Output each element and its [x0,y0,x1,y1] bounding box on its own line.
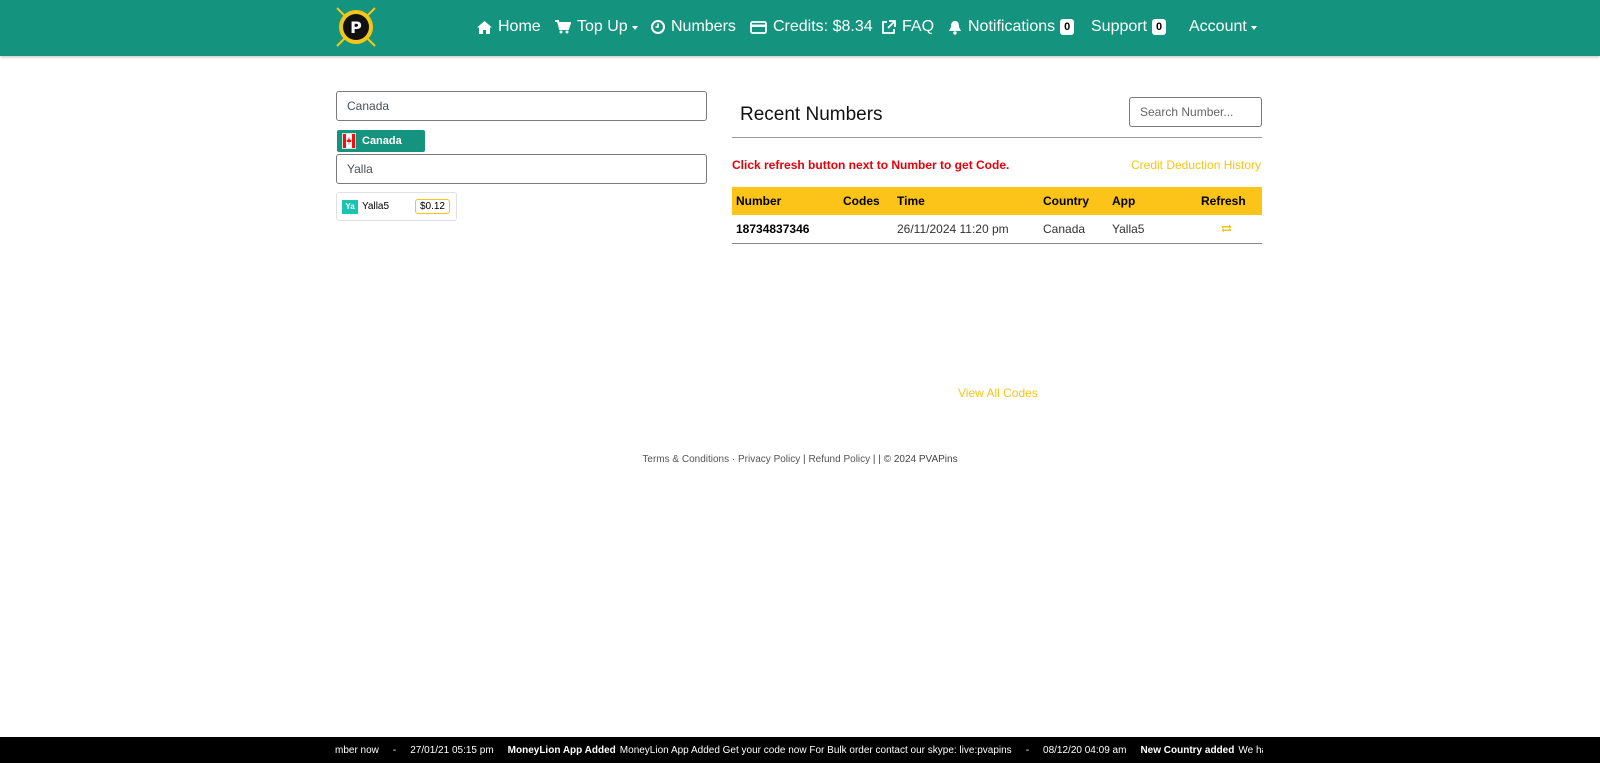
column-header: Number [732,187,839,215]
country-chip-label: Canada [362,135,402,147]
cart-icon [555,20,571,34]
app-card-yalla5[interactable]: Ya Yalla5 $0.12 [336,192,457,221]
nav-credits-label: Credits: $8.34 [773,18,873,35]
ticker-headline: MoneyLion App Added [507,744,616,756]
support-count-badge: 0 [1152,19,1167,35]
ticker-headline: New Country added [1140,744,1235,756]
nav-faq[interactable]: FAQ [881,15,934,39]
ticker-separator: - [392,744,397,756]
ticker-text: MoneyLion App Added Get your code now Fo… [619,744,1012,756]
refresh-cell [1197,215,1262,244]
ticker-date: 08/12/20 04:09 am [1043,744,1127,756]
country-cell: Canada [1039,215,1108,244]
nav-notifications-label: Notifications [968,18,1056,35]
table-header-row: Number Codes Time Country App Refresh [732,187,1262,215]
search-number-input[interactable]: Search Number... [1129,97,1262,127]
nav-support-label: Support [1091,18,1148,35]
number-cell[interactable]: 18734837346 [732,215,839,244]
credit-deduction-history-link[interactable]: Credit Deduction History [1131,158,1261,172]
app-search-value: Yalla [347,162,373,176]
ticker-text: mber now [335,744,379,756]
app-card-name: Yalla5 [362,201,390,212]
nav-notifications[interactable]: Notifications 0 [948,15,1075,39]
ticker-separator: - [1025,744,1030,756]
svg-text:P: P [350,18,362,37]
country-search-value: Canada [347,99,390,113]
app-search-input[interactable]: Yalla [336,154,707,184]
app-cell: Yalla5 [1108,215,1197,244]
view-all-codes-link[interactable]: View All Codes [958,386,1038,400]
external-link-icon [882,19,896,34]
nav-faq-label: FAQ [902,18,935,35]
app-card-price: $0.12 [414,199,450,214]
codes-cell [839,215,893,244]
privacy-link[interactable]: Privacy Policy [738,454,800,465]
column-header: Refresh [1197,187,1262,215]
yalla-app-icon: Ya [342,199,358,214]
nav-numbers-label: Numbers [671,18,736,35]
footer-separator: | | [872,454,881,465]
chevron-down-icon [1250,26,1257,30]
column-header: Country [1039,187,1108,215]
column-header: Codes [839,187,893,215]
footer-dot: · [731,454,736,465]
column-header: Time [893,187,1039,215]
top-navbar: P Home Top Up Numbers Credits: $8.34 FAQ… [0,0,1600,56]
recent-numbers-title: Recent Numbers [740,104,883,125]
news-ticker-track: mber now - 27/01/21 05:15 pm MoneyLion A… [335,737,1263,763]
refresh-icon[interactable] [1221,224,1232,233]
notifications-count-badge: 0 [1060,19,1075,35]
credit-card-icon [750,20,767,34]
news-ticker: mber now - 27/01/21 05:15 pm MoneyLion A… [0,737,1600,763]
country-search-input[interactable]: Canada [336,91,707,121]
home-icon [477,20,492,34]
nav-home-label: Home [498,18,541,35]
column-header: App [1108,187,1197,215]
ticker-date: 27/01/21 05:15 pm [410,744,494,756]
nav-top-up[interactable]: Top Up [555,15,638,39]
country-chip-canada[interactable]: Canada [337,130,425,152]
nav-account[interactable]: Account [1189,15,1257,39]
terms-link[interactable]: Terms & Conditions [642,454,729,465]
divider [732,137,1262,138]
nav-credits[interactable]: Credits: $8.34 [750,15,873,39]
footer: Terms & Conditions · Privacy Policy | Re… [0,454,1600,465]
nav-numbers[interactable]: Numbers [651,15,736,39]
copyright-text: © 2024 PVAPins [883,454,958,465]
chevron-down-icon [631,26,638,30]
search-number-placeholder: Search Number... [1140,105,1234,119]
nav-account-label: Account [1189,18,1247,35]
canada-flag-icon [342,133,356,149]
nav-home[interactable]: Home [477,15,541,39]
table-row: 18734837346 26/11/2024 11:20 pm Canada Y… [732,215,1262,244]
footer-separator: | [803,454,806,465]
bell-icon [949,20,961,35]
recent-numbers-table: Number Codes Time Country App Refresh 18… [732,187,1262,244]
ticker-text: We have a [1238,744,1263,756]
time-cell: 26/11/2024 11:20 pm [893,215,1039,244]
pvapins-logo[interactable]: P [335,6,377,48]
refund-link[interactable]: Refund Policy [808,454,870,465]
nav-support[interactable]: Support 0 [1091,15,1167,39]
clock-icon [651,20,665,34]
refresh-notice: Click refresh button next to Number to g… [732,158,1010,172]
nav-top-up-label: Top Up [577,18,628,35]
